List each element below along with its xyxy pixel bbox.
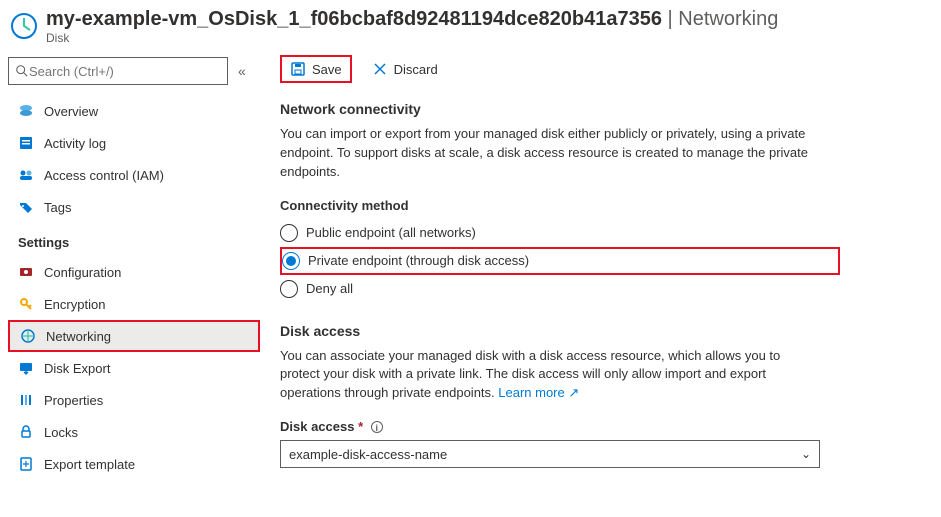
sidebar-item-overview[interactable]: Overview [8,95,260,127]
sidebar-item-configuration[interactable]: Configuration [8,256,260,288]
save-label: Save [312,62,342,77]
title-section: Networking [678,8,778,30]
sidebar-item-locks[interactable]: Locks [8,416,260,448]
lock-icon [18,424,34,440]
radio-public-endpoint[interactable]: Public endpoint (all networks) [280,219,840,247]
activity-log-icon [18,135,34,151]
access-control-icon [18,167,34,183]
disk-access-selected-value: example-disk-access-name [289,447,447,462]
disk-access-label-text: Disk access [280,419,354,434]
sidebar-item-export-template[interactable]: Export template [8,448,260,480]
nav-label: Tags [44,200,71,215]
networking-icon [20,328,36,344]
sidebar-item-networking[interactable]: Networking [8,320,260,352]
nav-label: Configuration [44,265,121,280]
sidebar-item-activity-log[interactable]: Activity log [8,127,260,159]
resource-name: my-example-vm_OsDisk_1_f06bcbaf8d9248119… [46,8,662,30]
export-template-icon [18,456,34,472]
save-icon [290,61,306,77]
radio-deny-all[interactable]: Deny all [280,275,840,303]
discard-icon [372,61,388,77]
nav-label: Locks [44,425,78,440]
chevron-down-icon: ⌄ [801,447,811,461]
connectivity-method-group: Public endpoint (all networks) Private e… [280,219,840,303]
sidebar-item-disk-export[interactable]: Disk Export [8,352,260,384]
connectivity-method-label: Connectivity method [280,198,921,213]
encryption-icon [18,296,34,312]
tags-icon [18,199,34,215]
radio-indicator [280,280,298,298]
learn-more-link[interactable]: Learn more ↗ [498,385,579,400]
nav-label: Networking [46,329,111,344]
search-input[interactable] [29,64,221,79]
nav-label: Overview [44,104,98,119]
content-area: Save Discard Network connectivity You ca… [260,49,941,488]
sidebar-item-access-control[interactable]: Access control (IAM) [8,159,260,191]
nav-label: Properties [44,393,103,408]
disk-access-desc: You can associate your managed disk with… [280,347,820,404]
collapse-sidebar-button[interactable]: « [238,63,246,79]
save-button[interactable]: Save [280,55,352,83]
radio-indicator [280,224,298,242]
configuration-icon [18,264,34,280]
disk-access-field-label: Disk access * i [280,419,921,434]
search-icon [15,64,29,78]
disk-access-select[interactable]: example-disk-access-name ⌄ [280,440,820,468]
network-connectivity-heading: Network connectivity [280,101,921,117]
toolbar: Save Discard [280,55,921,83]
properties-icon [18,392,34,408]
sidebar-item-tags[interactable]: Tags [8,191,260,223]
radio-label: Deny all [306,281,353,296]
nav-label: Disk Export [44,361,110,376]
disk-icon [10,12,38,40]
discard-label: Discard [394,62,438,77]
required-asterisk: * [358,419,363,434]
page-title: my-example-vm_OsDisk_1_f06bcbaf8d9248119… [46,8,931,31]
nav-label: Encryption [44,297,105,312]
radio-private-endpoint[interactable]: Private endpoint (through disk access) [280,247,840,275]
network-connectivity-desc: You can import or export from your manag… [280,125,820,182]
search-input-container[interactable] [8,57,228,85]
radio-label: Public endpoint (all networks) [306,225,476,240]
external-link-icon: ↗ [568,385,579,400]
title-separator: | [662,8,678,30]
sidebar: « Overview Activity log Access control (… [0,49,260,488]
info-icon[interactable]: i [371,421,383,433]
sidebar-item-properties[interactable]: Properties [8,384,260,416]
resource-type: Disk [46,31,931,45]
disk-access-heading: Disk access [280,323,921,339]
overview-icon [18,103,34,119]
nav-label: Activity log [44,136,106,151]
nav-label: Access control (IAM) [44,168,164,183]
radio-indicator [282,252,300,270]
discard-button[interactable]: Discard [364,57,446,81]
sidebar-item-encryption[interactable]: Encryption [8,288,260,320]
disk-export-icon [18,360,34,376]
radio-label: Private endpoint (through disk access) [308,253,529,268]
nav-label: Export template [44,457,135,472]
page-header: my-example-vm_OsDisk_1_f06bcbaf8d9248119… [0,0,941,49]
sidebar-section-settings: Settings [8,223,260,256]
